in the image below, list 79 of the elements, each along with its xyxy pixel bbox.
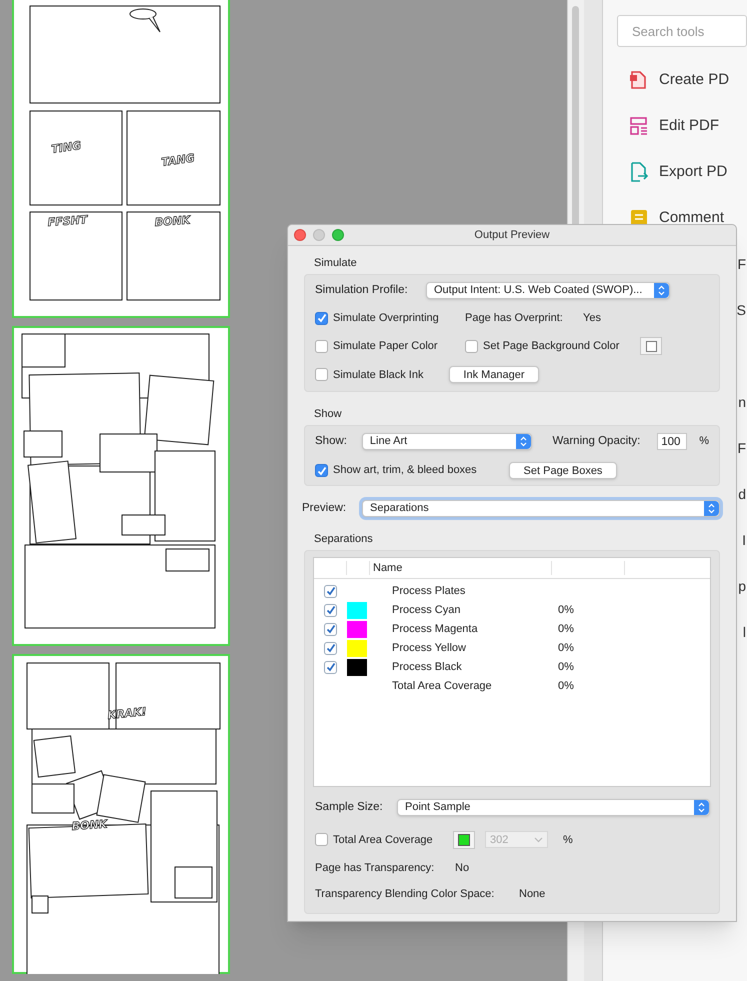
tool-item[interactable]: S bbox=[736, 300, 746, 320]
field-label: Preview: bbox=[302, 501, 348, 516]
field-label: Page has Overprint: bbox=[465, 310, 564, 326]
checkbox[interactable] bbox=[324, 604, 337, 617]
preview-select[interactable]: Separations bbox=[362, 500, 720, 518]
field-value: Yes bbox=[583, 310, 601, 326]
section-heading: Show bbox=[313, 407, 343, 422]
tool-item[interactable]: n bbox=[738, 392, 746, 412]
search-field[interactable]: Search tools bbox=[617, 15, 747, 47]
tool-item[interactable]: Create PD bbox=[659, 68, 730, 92]
sound-effect-text: KRAK! bbox=[106, 704, 148, 722]
sample-select[interactable]: Point Sample bbox=[397, 798, 710, 816]
sound-effect-text: TING bbox=[50, 138, 82, 156]
sound-effect-text: FFSHT bbox=[47, 213, 88, 229]
table-cell: Process Cyan bbox=[392, 604, 460, 616]
checkbox-label: Simulate Overprinting bbox=[333, 310, 439, 326]
table-cell-text: 0% bbox=[557, 641, 574, 656]
checkbox[interactable] bbox=[315, 312, 328, 324]
unit-label: % bbox=[563, 832, 573, 848]
field-label: Warning Opacity: bbox=[552, 434, 642, 449]
checkbox-label: Simulate Black Ink bbox=[333, 368, 424, 382]
checkbox[interactable] bbox=[324, 622, 337, 636]
stepper-icon bbox=[708, 503, 715, 514]
opacity-field[interactable]: 100 bbox=[657, 432, 688, 450]
caret-icon bbox=[534, 836, 543, 843]
table-cell-text: 0% bbox=[557, 679, 574, 694]
tool-item[interactable]: I bbox=[742, 530, 746, 550]
stepper-icon bbox=[658, 284, 665, 296]
table-cell: Process Yellow bbox=[392, 642, 466, 654]
section-heading: Separations bbox=[313, 532, 374, 548]
field-value: None bbox=[519, 887, 546, 902]
field-label: Show: bbox=[315, 434, 348, 449]
checkbox-label: Simulate Paper Color bbox=[333, 339, 438, 354]
button[interactable]: Set Page Boxes bbox=[509, 462, 617, 479]
tool-item[interactable]: Edit PDF bbox=[659, 114, 720, 138]
checkbox[interactable] bbox=[324, 660, 337, 674]
checkbox-label: Total Area Coverage bbox=[333, 832, 433, 848]
color-well[interactable] bbox=[640, 337, 662, 356]
table-cell: Process Black bbox=[392, 661, 462, 673]
unit-label: % bbox=[699, 434, 709, 450]
checkbox[interactable] bbox=[324, 642, 337, 655]
checkbox[interactable] bbox=[315, 368, 328, 382]
tool-item[interactable]: F bbox=[737, 254, 746, 274]
field-label: Transparency Blending Color Space: bbox=[315, 887, 496, 902]
table-cell: Total Area Coverage bbox=[392, 680, 492, 692]
sound-effect-text: TANG bbox=[160, 151, 196, 169]
window-title: Output Preview bbox=[474, 228, 550, 241]
column-header[interactable]: Name bbox=[373, 560, 402, 576]
stepper-icon bbox=[520, 436, 527, 447]
tool-item[interactable]: l bbox=[742, 622, 746, 642]
tool-item[interactable]: p bbox=[738, 576, 746, 596]
field-value: No bbox=[455, 860, 470, 876]
color-well[interactable] bbox=[453, 830, 475, 849]
field-label: Simulation Profile: bbox=[315, 282, 409, 298]
field-label: Page has Transparency: bbox=[315, 860, 436, 876]
checkbox[interactable] bbox=[315, 833, 328, 846]
checkbox[interactable] bbox=[465, 340, 478, 353]
tool-item[interactable]: Export PD bbox=[659, 160, 728, 184]
close-button[interactable] bbox=[294, 229, 306, 241]
checkbox[interactable] bbox=[315, 464, 328, 477]
zoom-button[interactable] bbox=[332, 229, 344, 241]
button[interactable]: Ink Manager bbox=[449, 366, 539, 384]
stepper-icon bbox=[698, 802, 705, 813]
tool-item[interactable]: d bbox=[738, 484, 746, 504]
checkbox[interactable] bbox=[315, 340, 328, 353]
table-cell: Process Plates bbox=[392, 585, 466, 597]
sound-effect-text: BONK bbox=[154, 214, 191, 229]
table-cell: Process Magenta bbox=[392, 623, 478, 635]
checkbox-label: Set Page Background Color bbox=[483, 339, 620, 354]
profile-select[interactable]: Output Intent: U.S. Web Coated (SWOP)... bbox=[426, 282, 670, 299]
section-heading: Simulate bbox=[313, 256, 358, 271]
table-cell-text: 0% bbox=[557, 660, 574, 675]
checkbox[interactable] bbox=[324, 584, 337, 598]
tool-item[interactable]: F bbox=[737, 438, 746, 458]
checkbox-label: Show art, trim, & bleed boxes bbox=[333, 463, 477, 478]
field-label: Sample Size: bbox=[315, 800, 384, 814]
table-cell-text: 0% bbox=[557, 603, 574, 618]
show-select[interactable]: Line Art bbox=[362, 432, 532, 450]
table-cell-text: 0% bbox=[557, 622, 574, 637]
